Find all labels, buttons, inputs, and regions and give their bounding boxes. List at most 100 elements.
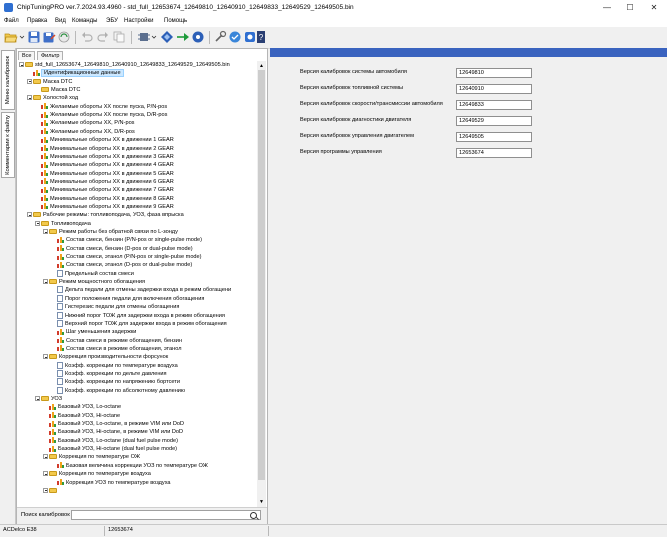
tree-item[interactable]: Базовый УОЗ, Lo-octane, в режиме VIM или… [43,420,184,428]
tree-item[interactable]: Минимальные обороты ХХ в движении 3 GEAR [35,153,174,161]
tree-item[interactable]: Нижний порог ТОЖ для задержки входа в ре… [51,311,225,320]
field-value[interactable]: 12649833 [456,100,532,110]
compare-icon[interactable] [160,30,174,44]
close-button[interactable]: ✕ [644,0,664,16]
scrollbar-thumb[interactable] [258,70,265,480]
tree-item[interactable]: Состав смеси в режиме обогащения, этанол [51,345,182,353]
tree-item[interactable]: Маска DTC [35,86,80,94]
collapse-toggle-icon[interactable] [43,279,48,285]
tools-icon[interactable] [213,30,227,44]
tab-calibration-menu[interactable]: Меню калибровок [1,50,15,110]
collapse-toggle-icon[interactable] [43,229,48,235]
collapse-toggle-icon[interactable] [43,487,48,493]
undo-icon[interactable] [80,30,94,44]
tree-scrollbar[interactable]: ▲ ▼ [257,61,266,507]
field-value[interactable]: 12649505 [456,132,532,142]
tree-item[interactable]: Коррекция производительности форсунок [43,353,168,361]
tree-item[interactable]: Желаемые обороты ХХ, P/N-pos [35,119,134,127]
menu-view[interactable]: Вид [55,18,66,24]
redo-icon[interactable] [96,30,110,44]
tree-item[interactable]: Минимальные обороты ХХ в движении 4 GEAR [35,161,174,169]
menu-edit[interactable]: Правка [27,18,47,24]
menu-help[interactable]: Помощь [164,18,187,24]
read-icon[interactable] [191,30,205,44]
tree-item[interactable]: Базовый УОЗ, Hi-octane, в режиме VIM или… [43,428,183,436]
collapse-toggle-icon[interactable] [43,471,48,477]
field-value[interactable]: 12649810 [456,68,532,78]
collapse-toggle-icon[interactable] [35,220,40,226]
tree-item[interactable]: Желаемые обороты ХХ, D/R-pos [35,128,135,136]
collapse-toggle-icon[interactable] [27,95,32,101]
search-icon[interactable] [250,512,257,519]
save-as-icon[interactable] [42,30,56,44]
tree-item[interactable]: Режим мощностного обогащения [43,278,145,286]
tree-item[interactable]: std_full_12653674_12649810_12640910_1264… [19,61,230,69]
tree-item[interactable]: Верхний порог ТОЖ для задержки входа в р… [51,319,227,328]
tree-item[interactable]: Рабочие режимы: топливоподача, УОЗ, фаза… [27,211,184,219]
tree-item[interactable]: УОЗ [35,395,62,403]
tree-item[interactable]: Базовый УОЗ, Hi-octane [43,412,120,420]
tree-item[interactable]: Коэфф. коррекции по абсолютному давлению [51,386,185,395]
chevron-down-icon[interactable] [19,30,25,44]
tree-item[interactable]: Холостой ход [27,94,78,102]
field-value[interactable]: 12653674 [456,148,532,158]
tree-item[interactable]: Минимальные обороты ХХ в движении 2 GEAR [35,145,174,153]
tree-item[interactable]: Коэфф. коррекции по температуре воздуха [51,361,178,370]
chip-icon[interactable] [137,30,151,44]
help-icon[interactable]: ? [256,30,266,44]
open-folder-icon[interactable] [4,30,18,44]
tree-item[interactable]: Состав смеси, бензин (D-pos or dual-puls… [51,245,193,253]
collapse-toggle-icon[interactable] [43,454,48,460]
tree-item[interactable]: Гистерезис педали для отмены обогащения [51,303,179,311]
tree-item[interactable]: Режим работы без обратной связи по L-зон… [43,228,178,236]
tree-item[interactable]: Базовый УОЗ, Hi-octane (dual fuel pulse … [43,445,177,453]
write-icon[interactable] [176,30,190,44]
tree-item[interactable]: Базовая величина коррекции УОЗ по темпер… [51,462,208,470]
collapse-toggle-icon[interactable] [27,212,32,218]
tree-item[interactable]: Минимальные обороты ХХ в движении 8 GEAR [35,195,174,203]
menu-settings[interactable]: Настройки [124,18,153,24]
menu-commands[interactable]: Команды [72,18,97,24]
tree-item[interactable]: Порог положения педали для включения обо… [51,294,204,303]
tree-item[interactable]: Коррекция по температуре ОЖ [43,453,140,461]
tree-item[interactable]: Минимальные обороты ХХ в движении 9 GEAR [35,203,174,211]
tree-item[interactable]: Дельта педали для отмены задержки входа … [51,286,231,294]
field-value[interactable]: 12649529 [456,116,532,126]
tree-item[interactable] [43,487,59,495]
save-icon[interactable] [27,30,41,44]
field-value[interactable]: 12640910 [456,84,532,94]
minimize-button[interactable]: — [597,0,617,16]
tree-item[interactable]: Предельный состав смеси [51,269,134,278]
tab-all[interactable]: Все [18,51,36,60]
collapse-toggle-icon[interactable] [19,62,24,68]
tree-item[interactable]: Желаемые обороты ХХ после пуска, P/N-pos [35,103,167,111]
tab-file-comments[interactable]: Комментарии к файлу [1,112,15,178]
tree-item[interactable]: Состав смеси, бензин (P/N-pos or single-… [51,236,202,244]
tab-filter[interactable]: Фильтр [37,51,64,60]
tree-item[interactable]: Коэфф. коррекции по дельте давления [51,369,167,378]
tree-item[interactable]: Минимальные обороты ХХ в движении 7 GEAR [35,186,174,194]
tree-item[interactable]: Топливоподача [35,220,91,228]
tree-item[interactable]: Шаг уменьшения задержки [51,328,136,336]
settings-icon[interactable] [243,30,257,44]
menu-file[interactable]: Файл [4,18,19,24]
tree-item[interactable]: Минимальные обороты ХХ в движении 6 GEAR [35,178,174,186]
checksum-icon[interactable] [228,30,242,44]
tree-item[interactable]: Минимальные обороты ХХ в движении 5 GEAR [35,170,174,178]
tree-item[interactable]: Базовый УОЗ, Lo-octane [43,403,121,411]
search-input[interactable] [71,510,261,520]
tree-item[interactable]: Состав смеси, этанол (P/N-pos or single-… [51,253,202,261]
chevron-down-icon[interactable] [151,30,157,44]
menu-ecu[interactable]: ЭБУ [106,18,118,24]
maximize-button[interactable]: ☐ [620,0,640,16]
collapse-toggle-icon[interactable] [35,396,40,402]
tree-item[interactable]: Коэфф. коррекции по напряжению бортсети [51,378,180,386]
tree-item[interactable]: Идентификационные данные [27,69,124,78]
tree-item[interactable]: Базовый УОЗ, Lo-octane (dual fuel pulse … [43,437,178,445]
copy-icon[interactable] [112,30,126,44]
collapse-toggle-icon[interactable] [43,354,48,360]
tree-item[interactable]: Состав смеси в режиме обогащения, бензин [51,337,182,345]
tree-item[interactable]: Состав смеси, этанол (D-pos or dual-puls… [51,261,192,269]
tree-item[interactable]: Коррекция УОЗ по температуре воздуха [51,479,171,487]
tree-item[interactable]: Маска DTC [27,78,72,86]
